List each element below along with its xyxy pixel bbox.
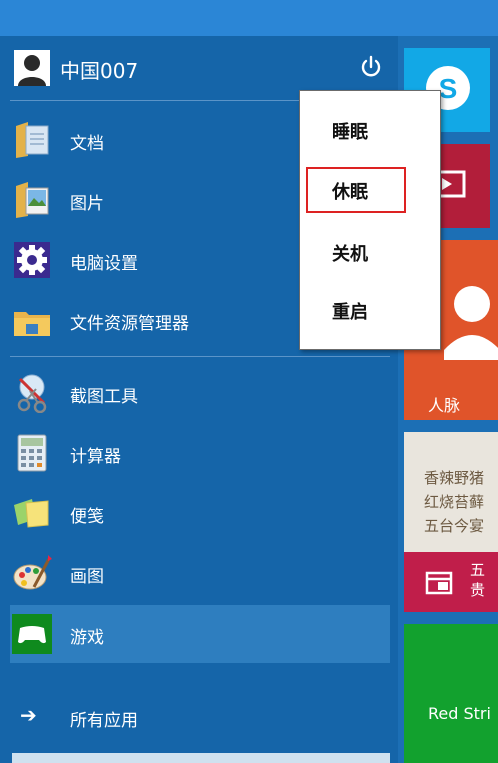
folder-documents-icon — [12, 120, 52, 160]
arrow-right-icon: ➔ — [20, 703, 37, 727]
all-apps-button[interactable]: ➔ 所有应用 — [0, 688, 398, 744]
folder-pictures-icon — [12, 180, 52, 220]
menu-item-snipping-tool[interactable]: 截图工具 — [0, 364, 398, 422]
shutdown-option[interactable]: 关机 — [300, 231, 440, 271]
menu-item-label: 图片 — [70, 194, 104, 214]
power-options-menu: 睡眠 休眠 关机 重启 — [299, 90, 441, 350]
recipe-caption: 五 贵 — [470, 561, 486, 599]
menu-item-label: 画图 — [70, 567, 104, 587]
recipe-caption-band: 五 贵 — [404, 552, 498, 612]
menu-item-label: 截图工具 — [70, 387, 138, 407]
window-top-bar — [0, 0, 498, 36]
hibernate-option[interactable]: 休眠 — [306, 167, 406, 213]
menu-item-label: 计算器 — [70, 447, 121, 467]
sleep-option[interactable]: 睡眠 — [300, 109, 440, 149]
power-button[interactable] — [358, 54, 384, 80]
restart-option[interactable]: 重启 — [300, 289, 440, 329]
menu-item-paint[interactable]: 画图 — [0, 544, 398, 602]
calculator-icon — [12, 433, 52, 473]
menu-item-label: 游戏 — [70, 628, 104, 648]
green-tile-label: Red Stri — [428, 704, 491, 723]
recipe-tile[interactable]: 香辣野猪 红烧苔藓 五台今宴 五 贵 — [404, 432, 498, 612]
separator — [10, 356, 390, 357]
food-icon — [425, 571, 453, 595]
menu-item-label: 便笺 — [70, 507, 104, 527]
menu-item-sticky-notes[interactable]: 便笺 — [0, 484, 398, 542]
user-avatar[interactable] — [14, 50, 50, 86]
gear-icon — [12, 240, 52, 280]
menu-item-calculator[interactable]: 计算器 — [0, 424, 398, 482]
menu-item-games[interactable]: 游戏 — [10, 605, 390, 663]
snipping-tool-icon — [12, 373, 52, 414]
svg-text:S: S — [439, 73, 458, 104]
all-apps-label: 所有应用 — [70, 711, 138, 731]
search-box-edge[interactable] — [12, 753, 390, 763]
file-explorer-icon — [12, 300, 52, 340]
menu-item-label: 文件资源管理器 — [70, 314, 189, 334]
user-name[interactable]: 中国007 — [60, 55, 138, 84]
sticky-notes-icon — [12, 493, 52, 533]
green-tile[interactable]: Red Stri — [404, 624, 498, 763]
people-tile-label: 人脉 — [428, 396, 461, 415]
recipe-text: 香辣野猪 红烧苔藓 五台今宴 — [424, 469, 485, 535]
menu-item-label: 电脑设置 — [70, 254, 138, 274]
power-icon — [361, 55, 381, 77]
user-avatar-icon — [14, 50, 50, 86]
menu-item-label: 文档 — [70, 134, 104, 154]
paint-icon — [12, 553, 52, 593]
game-controller-icon — [12, 614, 52, 654]
